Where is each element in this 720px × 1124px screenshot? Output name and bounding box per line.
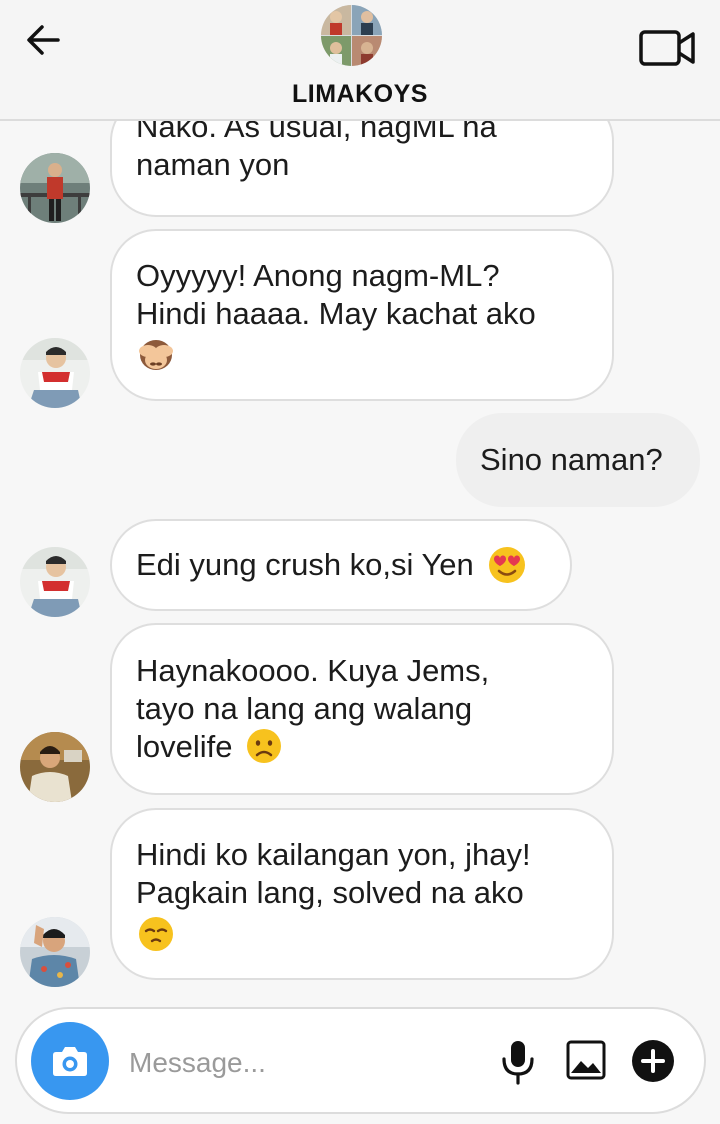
chat-header: LIMAKOYS [0, 0, 720, 121]
camera-button[interactable] [31, 1022, 109, 1100]
chat-title[interactable]: LIMAKOYS [0, 80, 720, 109]
message-text: Nako. As usual, nagML na [136, 121, 497, 144]
back-button[interactable] [22, 22, 66, 58]
plus-circle-icon [632, 1040, 674, 1082]
smug-face-icon [139, 916, 173, 951]
message-text: naman yon [136, 147, 290, 182]
gallery-button[interactable] [565, 1039, 607, 1081]
message-text: Pagkain lang, solved na ako [136, 875, 524, 910]
arrow-left-icon [27, 25, 60, 55]
message-text: Haynakoooo. Kuya Jems, [136, 653, 490, 688]
message-bubble[interactable]: Hindi ko kailangan yon, jhay! Pagkain la… [110, 808, 614, 980]
microphone-icon [502, 1041, 534, 1085]
message-text: Hindi ko kailangan yon, jhay! [136, 837, 531, 872]
microphone-button[interactable] [499, 1039, 537, 1085]
message-list[interactable]: Nako. As usual, nagML na naman yon Oyyyy… [0, 121, 720, 1001]
avatar[interactable] [20, 732, 90, 802]
message-bubble[interactable]: Nako. As usual, nagML na naman yon [110, 121, 614, 217]
message-bubble[interactable]: Oyyyyy! Anong nagm-ML? Hindi haaaa. May … [110, 229, 614, 401]
message-text: Edi yung crush ko,si Yen [136, 547, 474, 582]
camera-icon [53, 1047, 87, 1076]
frowning-face-icon [247, 728, 282, 763]
avatar[interactable] [20, 917, 90, 987]
heart-eyes-icon [489, 546, 526, 583]
gallery-icon [566, 1040, 606, 1080]
message-text: lovelife [136, 729, 233, 764]
avatar[interactable] [20, 153, 90, 223]
video-camera-icon [639, 30, 695, 66]
group-avatar[interactable] [321, 5, 382, 66]
message-text: Sino naman? [480, 442, 663, 477]
more-button[interactable] [631, 1039, 675, 1083]
message-composer [15, 1007, 706, 1114]
message-text: Oyyyyy! Anong nagm-ML? [136, 258, 500, 293]
message-input[interactable] [129, 1043, 489, 1083]
video-call-button[interactable] [638, 26, 698, 70]
message-text: Hindi haaaa. May kachat ako [136, 296, 536, 331]
avatar[interactable] [20, 547, 90, 617]
message-bubble-outgoing[interactable]: Sino naman? [456, 413, 700, 507]
avatar[interactable] [20, 338, 90, 408]
see-no-evil-monkey-icon [139, 339, 173, 370]
message-bubble[interactable]: Haynakoooo. Kuya Jems, tayo na lang ang … [110, 623, 614, 795]
message-bubble[interactable]: Edi yung crush ko,si Yen [110, 519, 572, 611]
message-text: tayo na lang ang walang [136, 691, 473, 726]
